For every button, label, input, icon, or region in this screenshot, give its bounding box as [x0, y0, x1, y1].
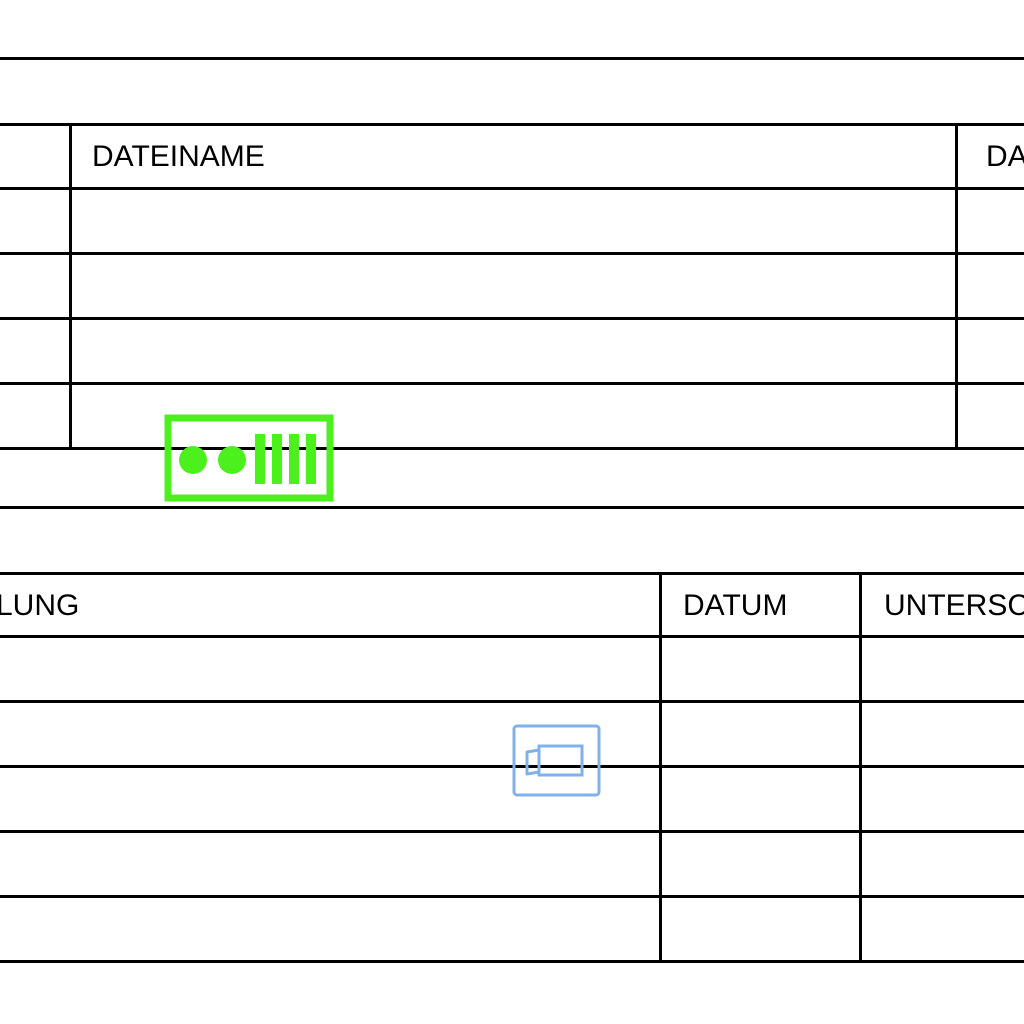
table-row — [0, 255, 1024, 317]
table-row-border — [0, 960, 1024, 963]
table-row-border — [0, 572, 1024, 575]
table-row — [0, 638, 1024, 700]
document-page: DATEINAME DA LUNG DATUM UNTERSC — [0, 0, 1024, 1024]
table-row — [0, 385, 1024, 447]
column-header-signature: UNTERSC — [884, 589, 1024, 622]
table-row — [0, 190, 1024, 252]
table-row — [0, 898, 1024, 960]
column-header-filename: DATEINAME — [92, 140, 265, 173]
table-row — [0, 320, 1024, 382]
table-row-border — [0, 123, 1024, 126]
section-divider — [0, 506, 1024, 509]
video-camera-icon — [512, 724, 601, 797]
column-header-date: DA — [986, 140, 1024, 173]
section-divider-top — [0, 57, 1024, 60]
column-header-datum: DATUM — [683, 589, 788, 622]
battery-level-icon — [164, 414, 334, 502]
table-row-border — [0, 447, 1024, 450]
column-header-description: LUNG — [0, 589, 80, 622]
table-row — [0, 833, 1024, 895]
